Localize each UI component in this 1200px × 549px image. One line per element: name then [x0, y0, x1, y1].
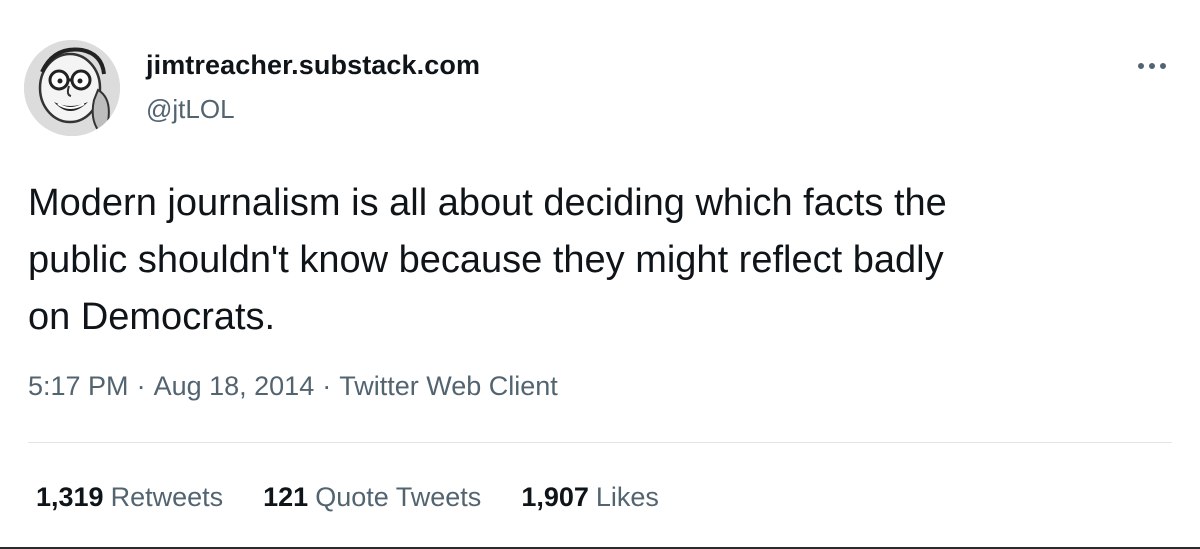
quote-tweets-stat[interactable]: 121 Quote Tweets	[263, 482, 481, 513]
meta-separator: ·	[136, 371, 146, 401]
tweet-card: jimtreacher.substack.com @jtLOL Modern j…	[0, 0, 1200, 549]
tweet-metadata: 5:17 PM · Aug 18, 2014 · Twitter Web Client	[28, 371, 558, 402]
quote-tweets-count: 121	[263, 482, 309, 512]
tweet-time[interactable]: 5:17 PM	[28, 371, 129, 401]
likes-stat[interactable]: 1,907 Likes	[521, 482, 659, 513]
likes-count: 1,907	[521, 482, 589, 512]
author-handle[interactable]: @jtLOL	[146, 94, 235, 125]
tweet-date[interactable]: Aug 18, 2014	[154, 371, 315, 401]
tweet-text: Modern journalism is all about deciding …	[28, 182, 947, 338]
retweets-count: 1,319	[36, 482, 104, 512]
cartoon-face-avatar-icon	[24, 40, 120, 136]
more-options-button[interactable]	[1130, 50, 1174, 82]
likes-label: Likes	[595, 482, 659, 512]
more-horizontal-icon	[1138, 63, 1166, 69]
meta-separator: ·	[322, 371, 332, 401]
avatar[interactable]	[24, 40, 120, 136]
retweets-label: Retweets	[110, 482, 224, 512]
quote-tweets-label: Quote Tweets	[315, 482, 482, 512]
tweet-stats: 1,319 Retweets 121 Quote Tweets 1,907 Likes	[36, 482, 699, 513]
divider	[28, 442, 1172, 443]
author-display-name[interactable]: jimtreacher.substack.com	[146, 50, 480, 81]
tweet-client[interactable]: Twitter Web Client	[339, 371, 558, 401]
retweets-stat[interactable]: 1,319 Retweets	[36, 482, 223, 513]
